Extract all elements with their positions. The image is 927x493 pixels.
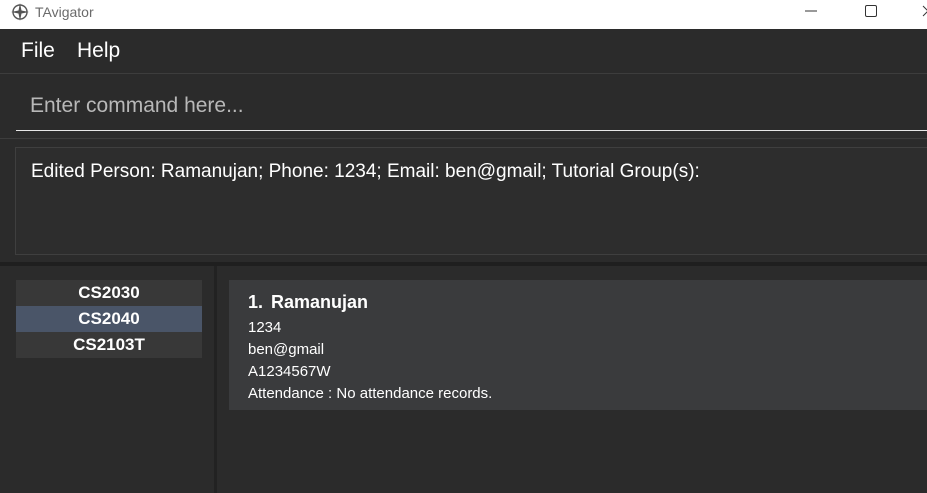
person-name: Ramanujan	[271, 292, 369, 312]
window-title: TAvigator	[35, 4, 94, 20]
command-input[interactable]	[16, 82, 927, 131]
group-item-cs2103t[interactable]: CS2103T	[16, 332, 202, 358]
person-attendance: Attendance : No attendance records.	[248, 385, 493, 402]
close-icon	[922, 5, 927, 17]
command-box	[0, 74, 927, 139]
result-display[interactable]: Edited Person: Ramanujan; Phone: 1234; E…	[15, 147, 927, 255]
person-card[interactable]: 1. Ramanujan 1234 ben@gmail A1234567W Att…	[229, 280, 927, 410]
tutorial-group-list: CS2030 CS2040 CS2103T	[16, 280, 202, 358]
menu-help[interactable]: Help	[77, 39, 120, 63]
maximize-button[interactable]	[848, 0, 894, 22]
person-phone: 1234	[248, 319, 282, 336]
menu-file[interactable]: File	[21, 39, 55, 63]
result-message: Edited Person: Ramanujan; Phone: 1234; E…	[31, 161, 700, 182]
menu-bar: File Help	[0, 29, 927, 74]
person-list-panel: 1. Ramanujan 1234 ben@gmail A1234567W Att…	[217, 266, 927, 493]
minimize-icon	[805, 10, 817, 12]
person-name-row: 1. Ramanujan	[248, 291, 368, 313]
tutorial-group-panel: CS2030 CS2040 CS2103T	[0, 266, 214, 493]
title-bar: TAvigator	[0, 0, 927, 29]
group-item-cs2030[interactable]: CS2030	[16, 280, 202, 306]
person-student-id: A1234567W	[248, 363, 331, 380]
person-index: 1.	[248, 292, 264, 312]
close-button[interactable]	[905, 0, 927, 22]
group-item-cs2040[interactable]: CS2040	[16, 306, 202, 332]
minimize-button[interactable]	[788, 0, 834, 22]
person-email: ben@gmail	[248, 341, 325, 358]
compass-icon	[10, 2, 30, 22]
maximize-icon	[865, 5, 877, 17]
